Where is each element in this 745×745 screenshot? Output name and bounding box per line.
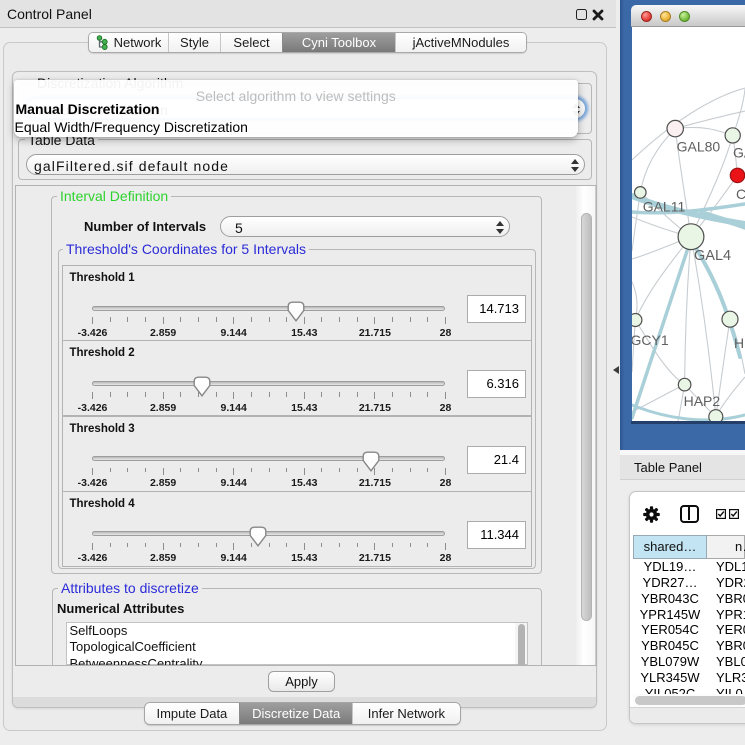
svg-text:GA: GA	[733, 145, 745, 161]
svg-text:C: C	[736, 186, 745, 202]
svg-text:GCY1: GCY1	[632, 332, 669, 348]
svg-text:HAP2: HAP2	[684, 393, 721, 409]
svg-text:H: H	[734, 335, 744, 351]
svg-text:GAL80: GAL80	[677, 138, 721, 154]
svg-text:GAL4: GAL4	[694, 248, 731, 264]
svg-text:GAL11: GAL11	[643, 199, 686, 215]
